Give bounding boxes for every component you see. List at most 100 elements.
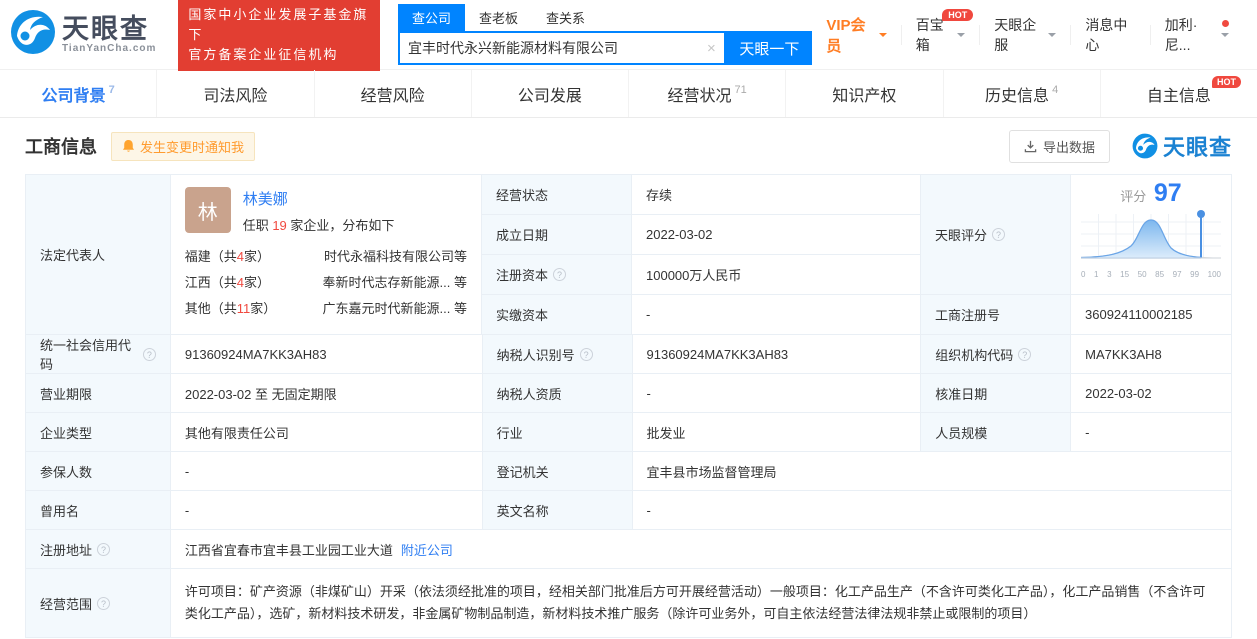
staff-size-value: - (1071, 413, 1233, 452)
distribution-region: 江西（共4家） (184, 275, 270, 290)
search-tab-boss[interactable]: 查老板 (465, 4, 532, 31)
business-term-value: 2022-03-02 至 无固定期限 (170, 374, 483, 413)
tab-judicial-risk[interactable]: 司法风险 (157, 70, 315, 117)
top-header: 天眼查 TianYanCha.com 国家中小企业发展子基金旗下 官方备案企业征… (0, 0, 1257, 71)
chevron-down-icon (1221, 32, 1229, 41)
credit-code-value: 91360924MA7KK3AH83 (170, 335, 483, 374)
help-icon[interactable] (142, 347, 156, 361)
right-column: 天眼评分 评分 97 (921, 175, 1232, 335)
section-header: 工商信息 发生变更时通知我 导出数据 天眼查 (0, 118, 1257, 174)
industry-label: 行业 (482, 413, 633, 452)
chevron-down-icon (1048, 32, 1057, 41)
nearby-companies-link[interactable]: 附近公司 (401, 540, 453, 559)
business-info-table: 法定代表人 林 林美娜 任职 19 家企业，分布如下 福建（共4家） 时代永福科… (25, 174, 1233, 638)
tianyancha-logo[interactable]: 天眼查 TianYanCha.com (10, 9, 156, 60)
table-row: 统一社会信用代码 91360924MA7KK3AH83 纳税人识别号 91360… (26, 335, 1233, 374)
distribution-companies[interactable]: 奉新时代志存新能源... 等 (323, 270, 467, 296)
former-name-label: 曾用名 (26, 491, 171, 530)
score-caption: 评分 (1120, 189, 1147, 204)
reg-number-label: 工商注册号 (921, 295, 1071, 335)
search-tab-company[interactable]: 查公司 (397, 4, 465, 31)
help-icon[interactable] (97, 542, 111, 556)
business-scope-value: 许可项目：矿产资源（非煤矿山）开采（依法须经批准的项目，经相关部门批准后方可开展… (170, 569, 1232, 638)
tab-operating-status[interactable]: 经营状况 71 (629, 70, 787, 117)
address-label: 注册地址 (26, 530, 171, 569)
notify-label: 发生变更时通知我 (140, 139, 245, 155)
list-item: 其他（共11家） 广东嘉元时代新能源... 等 (185, 296, 467, 322)
notify-on-change-button[interactable]: 发生变更时通知我 (111, 131, 256, 161)
certification-badge: 国家中小企业发展子基金旗下 官方备案企业征信机构 (178, 0, 380, 71)
legal-rep-label: 法定代表人 (26, 175, 171, 335)
menu-vip[interactable]: VIP会员 (812, 17, 900, 55)
approval-date-value: 2022-03-02 (1071, 374, 1233, 413)
established-value: 2022-03-02 (632, 215, 921, 255)
menu-toolbox-label: 百宝箱 (915, 16, 944, 53)
logo-subtitle: TianYanCha.com (62, 43, 157, 54)
menu-message-center[interactable]: 消息中心 (1070, 17, 1149, 53)
tab-count: 7 (108, 83, 115, 96)
hot-badge: HOT (1212, 76, 1241, 88)
tenure-prefix: 任职 (242, 218, 273, 233)
tab-label: 经营风险 (360, 87, 425, 105)
industry-value: 批发业 (632, 413, 922, 452)
approval-date-label: 核准日期 (921, 374, 1072, 413)
business-scope-label: 经营范围 (26, 569, 171, 638)
export-label: 导出数据 (1042, 139, 1095, 155)
help-icon[interactable] (97, 596, 111, 610)
download-icon (1024, 140, 1037, 152)
company-nav-tabs: 公司背景 7 司法风险 经营风险 公司发展 经营状况 71 知识产权 历史信息 … (0, 70, 1257, 118)
score-label: 天眼评分 (921, 175, 1071, 295)
legal-rep-name-link[interactable]: 林美娜 (243, 191, 288, 208)
score-distribution-chart (1080, 210, 1222, 259)
watermark-title: 天眼查 (1162, 135, 1232, 160)
help-icon[interactable] (992, 228, 1006, 241)
certification-badge-line2: 官方备案企业征信机构 (188, 46, 339, 62)
tab-company-development[interactable]: 公司发展 (472, 70, 629, 117)
menu-user-account[interactable]: 加利·尼... (1149, 17, 1243, 53)
tab-label: 自主信息 (1146, 87, 1211, 105)
tab-company-background[interactable]: 公司背景 7 (0, 70, 158, 117)
hot-badge: HOT (942, 8, 974, 21)
reg-capital-label: 注册资本 (482, 255, 632, 295)
list-item: 江西（共4家） 奉新时代志存新能源... 等 (185, 270, 467, 296)
tab-history-info[interactable]: 历史信息 4 (944, 70, 1101, 117)
avatar[interactable]: 林 (184, 187, 231, 233)
help-icon[interactable] (579, 347, 593, 361)
tenure-count: 19 (272, 218, 287, 233)
help-icon[interactable] (1018, 347, 1032, 361)
tab-intellectual-property[interactable]: 知识产权 (786, 70, 944, 117)
certification-badge-line1: 国家中小企业发展子基金旗下 (188, 6, 369, 42)
clear-search-icon[interactable] (698, 40, 724, 57)
search-input[interactable] (399, 40, 699, 56)
insured-count-label: 参保人数 (26, 452, 171, 491)
org-code-value: MA7KK3AH8 (1071, 335, 1233, 374)
notification-dot (1222, 19, 1229, 27)
chevron-down-icon (957, 32, 966, 41)
business-term-label: 营业期限 (26, 374, 171, 413)
tab-self-published-info[interactable]: 自主信息 HOT (1101, 70, 1257, 117)
chevron-down-icon (878, 32, 887, 41)
menu-enterprise-service[interactable]: 天眼企服 (979, 17, 1070, 53)
score-chart-cell[interactable]: 评分 97 0 1 3 15 50 85 97 99 100 (1071, 175, 1232, 295)
help-icon[interactable] (553, 268, 567, 281)
insured-count-value: - (170, 452, 483, 491)
credit-code-label: 统一社会信用代码 (26, 335, 171, 374)
distribution-companies[interactable]: 时代永福科技有限公司等 (324, 244, 467, 270)
tianyancha-logo-icon (1132, 133, 1158, 159)
score-marker-pin (1197, 210, 1205, 218)
tab-label: 知识产权 (832, 87, 897, 105)
former-name-value: - (170, 491, 483, 530)
export-data-button[interactable]: 导出数据 (1008, 129, 1110, 163)
tab-operating-risk[interactable]: 经营风险 (315, 70, 472, 117)
search-tab-relation[interactable]: 查关系 (532, 4, 599, 31)
search-button[interactable]: 天眼一下 (726, 31, 813, 65)
paid-capital-value: - (632, 295, 921, 335)
table-row: 曾用名 - 英文名称 - (26, 491, 1232, 530)
taxpayer-id-label: 纳税人识别号 (482, 335, 633, 374)
distribution-region: 其他（共11家） (184, 301, 277, 316)
tab-label: 历史信息 (985, 87, 1050, 105)
tab-label: 公司背景 (41, 87, 106, 105)
bell-icon (122, 139, 135, 152)
distribution-companies[interactable]: 广东嘉元时代新能源... 等 (323, 296, 467, 322)
menu-toolbox[interactable]: HOT 百宝箱 (900, 8, 980, 53)
